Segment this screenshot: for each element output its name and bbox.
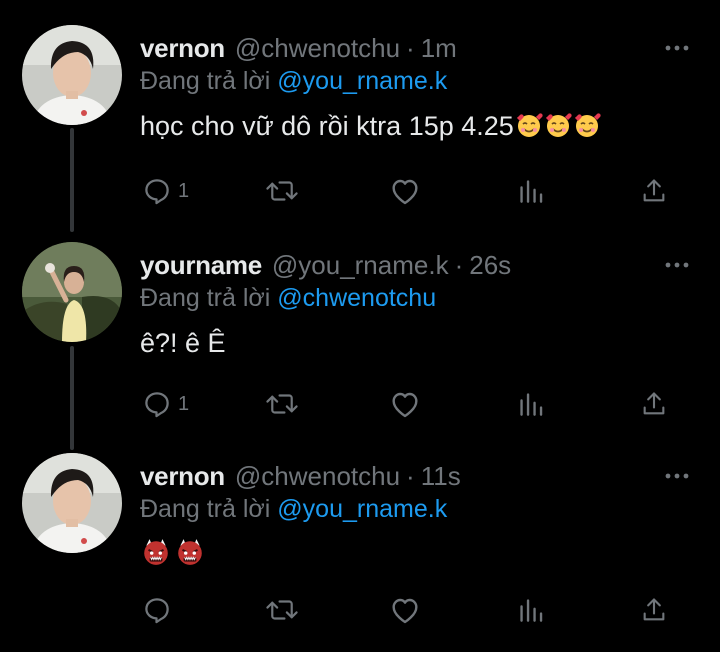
- bar-chart-icon: [518, 176, 544, 206]
- user-handle[interactable]: @you_rname.k: [272, 250, 449, 281]
- tweet-text: học cho vữ dô rồi ktra 15p 4.25: [140, 111, 601, 146]
- tweet[interactable]: vernon @chwenotchu · 11s Đang trả lời @y…: [0, 453, 720, 652]
- tweet-text-content: ê?! ê Ê: [140, 328, 226, 358]
- replying-to: Đang trả lời @you_rname.k: [140, 495, 447, 524]
- speech-bubble-icon: [142, 595, 172, 625]
- more-dots-icon[interactable]: [664, 252, 690, 278]
- replying-to-label: Đang trả lời: [140, 495, 271, 523]
- reply-button[interactable]: 1: [142, 173, 189, 209]
- user-handle[interactable]: @chwenotchu: [235, 33, 400, 64]
- share-button[interactable]: [640, 173, 668, 209]
- action-bar: 1: [0, 173, 720, 209]
- smiling-face-with-hearts-icon: [515, 111, 543, 146]
- retweet-icon: [265, 595, 299, 625]
- views-button[interactable]: [518, 173, 544, 209]
- separator-dot: ·: [406, 32, 415, 63]
- separator-dot: ·: [454, 249, 464, 280]
- heart-icon: [389, 389, 421, 419]
- tweet[interactable]: vernon @chwenotchu · 1m Đang trả lời @yo…: [0, 25, 720, 226]
- like-button[interactable]: [389, 386, 421, 422]
- reply-button[interactable]: [142, 592, 172, 628]
- timestamp[interactable]: 26s: [469, 250, 511, 281]
- like-button[interactable]: [389, 592, 421, 628]
- retweet-button[interactable]: [265, 592, 299, 628]
- mention-link[interactable]: @you_rname.k: [277, 67, 447, 95]
- separator-dot: ·: [406, 460, 415, 491]
- reply-count: 1: [178, 179, 190, 202]
- reply-count: 1: [178, 392, 190, 415]
- tweet-text: ê?! ê Ê: [140, 328, 226, 359]
- retweet-icon: [265, 176, 299, 206]
- retweet-icon: [265, 389, 299, 419]
- avatar[interactable]: [22, 25, 122, 125]
- share-icon: [640, 176, 668, 206]
- more-dots-icon[interactable]: [664, 463, 690, 489]
- views-button[interactable]: [518, 592, 544, 628]
- replying-to-label: Đang trả lời: [140, 67, 271, 95]
- replying-to-label: Đang trả lời: [140, 284, 271, 312]
- display-name[interactable]: vernon: [140, 33, 225, 64]
- reply-button[interactable]: 1: [142, 386, 189, 422]
- views-button[interactable]: [518, 386, 544, 422]
- replying-to: Đang trả lời @you_rname.k: [140, 67, 447, 96]
- retweet-button[interactable]: [265, 173, 299, 209]
- display-name[interactable]: vernon: [140, 461, 225, 492]
- ogre-icon: [175, 537, 205, 574]
- share-button[interactable]: [640, 386, 668, 422]
- speech-bubble-icon: [142, 176, 172, 206]
- timestamp[interactable]: 1m: [421, 33, 457, 64]
- retweet-button[interactable]: [265, 386, 299, 422]
- bar-chart-icon: [518, 389, 544, 419]
- action-bar: 1: [0, 386, 720, 422]
- smiling-face-with-hearts-icon: [544, 111, 572, 146]
- share-icon: [640, 389, 668, 419]
- mention-link[interactable]: @you_rname.k: [277, 495, 447, 523]
- avatar[interactable]: [22, 242, 122, 342]
- heart-icon: [389, 176, 421, 206]
- tweet-text: [140, 537, 205, 574]
- ogre-icon: [141, 537, 171, 574]
- mention-link[interactable]: @chwenotchu: [277, 284, 436, 312]
- user-handle[interactable]: @chwenotchu: [235, 461, 400, 492]
- avatar[interactable]: [22, 453, 122, 553]
- action-bar: [0, 592, 720, 628]
- display-name[interactable]: yourname: [140, 250, 262, 281]
- tweet[interactable]: yourname @you_rname.k · 26s Đang trả lời…: [0, 242, 720, 443]
- bar-chart-icon: [518, 595, 544, 625]
- more-dots-icon[interactable]: [664, 35, 690, 61]
- share-icon: [640, 595, 668, 625]
- tweet-text-content: học cho vữ dô rồi ktra 15p 4.25: [140, 111, 514, 141]
- share-button[interactable]: [640, 592, 668, 628]
- replying-to: Đang trả lời @chwenotchu: [140, 284, 436, 313]
- timestamp[interactable]: 11s: [421, 461, 461, 492]
- heart-icon: [389, 595, 421, 625]
- like-button[interactable]: [389, 173, 421, 209]
- speech-bubble-icon: [142, 389, 172, 419]
- smiling-face-with-hearts-icon: [573, 111, 601, 146]
